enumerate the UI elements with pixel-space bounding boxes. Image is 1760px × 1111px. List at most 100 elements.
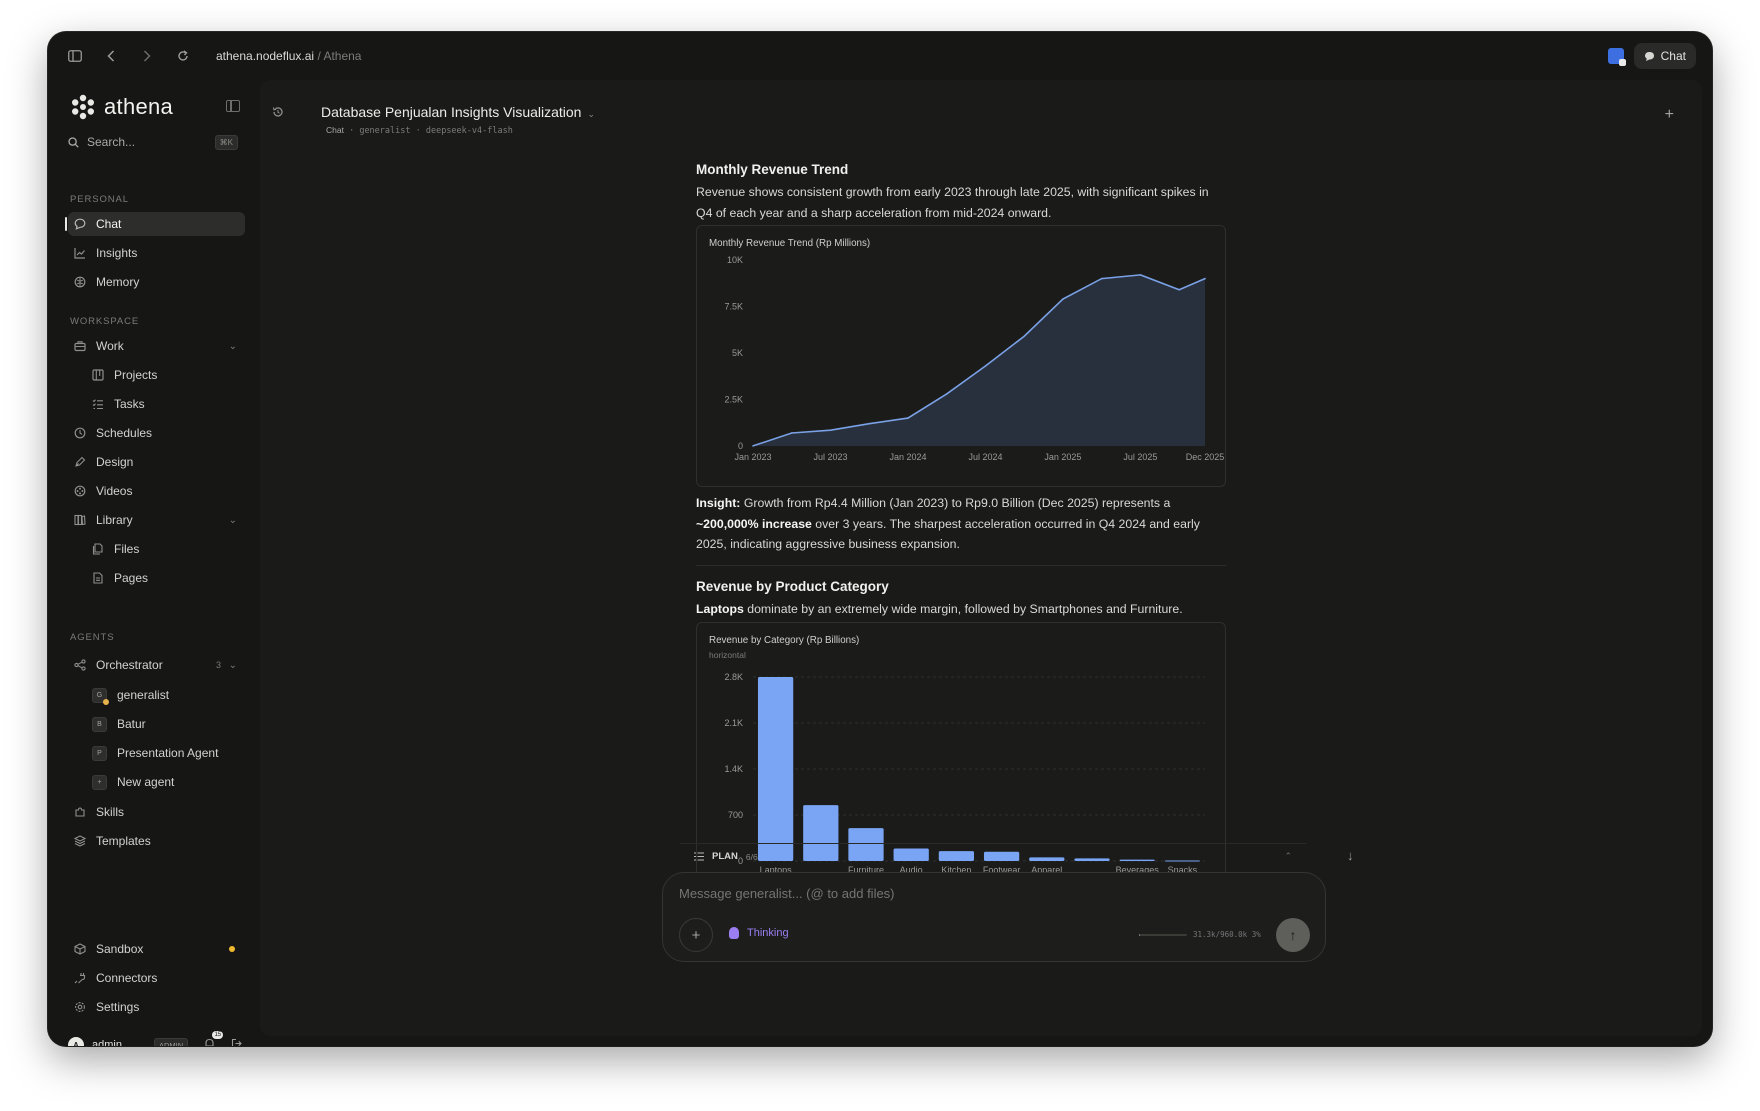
thinking-toggle[interactable]: Thinking bbox=[729, 927, 789, 939]
send-arrow-up-icon[interactable]: ↑ bbox=[1276, 918, 1310, 952]
usage-bar-fill bbox=[1139, 933, 1141, 936]
data-point bbox=[1100, 277, 1103, 280]
logout-icon[interactable] bbox=[231, 1038, 242, 1046]
sandbox-status-dot bbox=[229, 946, 235, 952]
sidebar-item-pages[interactable]: Pages bbox=[86, 566, 245, 590]
role-badge: ADMIN bbox=[153, 1037, 189, 1046]
data-point bbox=[945, 393, 948, 395]
scroll-down-arrow-icon[interactable]: ↓ bbox=[1347, 848, 1354, 863]
sidebar-item-label: Videos bbox=[96, 484, 133, 498]
data-point bbox=[1204, 277, 1206, 280]
notification-count: 15 bbox=[212, 1031, 224, 1039]
brand[interactable]: athena bbox=[70, 94, 173, 120]
new-chat-plus-icon[interactable]: + bbox=[1665, 106, 1674, 124]
books-icon bbox=[74, 514, 86, 526]
section-text: Revenue shows consistent growth from ear… bbox=[696, 185, 1209, 220]
agent-item-presentation-agent[interactable]: P Presentation Agent bbox=[86, 741, 245, 765]
sidebar-item-templates[interactable]: Templates bbox=[68, 829, 245, 853]
agent-label: Presentation Agent bbox=[117, 746, 219, 760]
agent-initial: B bbox=[97, 720, 102, 728]
lead-bold: Laptops bbox=[696, 601, 744, 616]
sidebar-item-orchestrator[interactable]: Orchestrator 3 ⌄ bbox=[68, 653, 245, 677]
browser-toolbar: athena.nodeflux.ai / Athena Chat bbox=[48, 32, 1712, 80]
plan-count: 6/6 bbox=[745, 851, 758, 862]
back-icon[interactable] bbox=[100, 45, 122, 67]
chevron-up-icon[interactable]: ⌃ bbox=[1284, 851, 1292, 862]
chevron-down-icon[interactable]: ⌄ bbox=[229, 341, 237, 352]
avatar: A bbox=[68, 1037, 84, 1046]
sidebar-item-tasks[interactable]: Tasks bbox=[86, 392, 245, 416]
section-workspace: WORKSPACE bbox=[70, 316, 140, 327]
forward-icon[interactable] bbox=[136, 45, 158, 67]
pen-tool-icon bbox=[74, 456, 86, 468]
section-heading: Monthly Revenue Trend bbox=[696, 162, 849, 177]
section-heading: Revenue by Product Category bbox=[696, 578, 889, 594]
list-icon bbox=[694, 852, 704, 861]
bar bbox=[757, 677, 794, 861]
message-input[interactable] bbox=[679, 886, 1279, 901]
sidebar-item-library[interactable]: Library ⌄ bbox=[68, 508, 245, 532]
agent-label: Batur bbox=[117, 717, 146, 731]
insight-label: Insight: bbox=[696, 496, 741, 510]
list-check-icon bbox=[92, 398, 104, 410]
chevron-down-icon[interactable]: ⌄ bbox=[229, 660, 237, 671]
sidebar-item-videos[interactable]: Videos bbox=[68, 479, 245, 503]
chevron-down-icon[interactable]: ⌄ bbox=[587, 109, 595, 119]
clock-icon bbox=[74, 427, 86, 439]
notifications-bell-icon[interactable]: 15 bbox=[204, 1031, 224, 1046]
sidebar-item-label: Library bbox=[96, 513, 133, 527]
sidebar-item-files[interactable]: Files bbox=[86, 537, 245, 561]
sidebar-item-work[interactable]: Work ⌄ bbox=[68, 334, 245, 358]
data-point bbox=[790, 432, 793, 434]
address-bar[interactable]: athena.nodeflux.ai / Athena bbox=[216, 49, 361, 63]
sidebar-item-design[interactable]: Design bbox=[68, 450, 245, 474]
plan-label: PLAN bbox=[712, 851, 738, 862]
sidebar-item-skills[interactable]: Skills bbox=[68, 800, 245, 824]
usage-bar bbox=[1139, 933, 1187, 936]
sidebar-item-label: Insights bbox=[96, 246, 138, 260]
meta-agent-model: · generalist · deepseek-v4-flash bbox=[343, 126, 513, 136]
collapse-sidebar-icon[interactable] bbox=[226, 100, 240, 112]
athena-logo-icon bbox=[72, 94, 94, 120]
area-fill bbox=[753, 274, 1205, 446]
insight-paragraph: Insight: Growth from Rp4.4 Million (Jan … bbox=[696, 493, 1226, 555]
thinking-label: Thinking bbox=[747, 927, 789, 939]
user-profile[interactable]: A admin ADMIN 15 bbox=[68, 1031, 245, 1046]
sidebar: athena Search... ⌘K PERSONAL Chat Insigh… bbox=[48, 80, 254, 1046]
meta-mode: Chat bbox=[326, 125, 344, 135]
chat-button[interactable]: Chat bbox=[1633, 43, 1696, 69]
chat-bubble-icon bbox=[1644, 51, 1654, 61]
section-text: Laptops dominate by an extremely wide ma… bbox=[696, 599, 1226, 620]
url-path: / Athena bbox=[317, 49, 362, 63]
sidebar-search[interactable]: Search... ⌘K bbox=[68, 130, 238, 154]
sidebar-item-connectors[interactable]: Connectors bbox=[68, 966, 245, 990]
gear-icon bbox=[74, 1001, 86, 1013]
plan-bar[interactable]: PLAN 6/6 ⌃ bbox=[680, 843, 1306, 869]
url-host: athena.nodeflux.ai bbox=[216, 49, 315, 63]
sidebar-item-sandbox[interactable]: Sandbox bbox=[68, 937, 245, 961]
sidebar-item-projects[interactable]: Projects bbox=[86, 363, 245, 387]
history-icon[interactable] bbox=[272, 106, 284, 121]
chat-button-label: Chat bbox=[1660, 49, 1686, 63]
agent-avatar: P bbox=[92, 745, 107, 761]
agent-item-batur[interactable]: B Batur bbox=[86, 712, 245, 736]
conversation-title[interactable]: Database Penjualan Insights Visualizatio… bbox=[321, 104, 595, 120]
extension-icon[interactable] bbox=[1607, 48, 1626, 66]
agent-initial: G bbox=[96, 691, 103, 699]
sidebar-item-label: Sandbox bbox=[96, 942, 144, 956]
agent-item-generalist[interactable]: G generalist bbox=[86, 683, 245, 707]
plus-icon: + bbox=[92, 774, 107, 790]
add-attachment-plus-icon[interactable]: + bbox=[679, 918, 713, 952]
sidebar-item-settings[interactable]: Settings bbox=[68, 995, 245, 1019]
sidebar-item-chat[interactable]: Chat bbox=[65, 212, 245, 236]
sidebar-item-insights[interactable]: Insights bbox=[68, 241, 245, 265]
data-point bbox=[1139, 274, 1142, 276]
sidebar-item-memory[interactable]: Memory bbox=[68, 270, 245, 294]
sidebar-toggle-icon[interactable] bbox=[64, 45, 86, 67]
chevron-down-icon[interactable]: ⌄ bbox=[229, 515, 237, 526]
brain-icon bbox=[74, 276, 86, 288]
reload-icon[interactable] bbox=[172, 45, 194, 67]
sidebar-item-schedules[interactable]: Schedules bbox=[68, 421, 245, 445]
assistant-message: Monthly Revenue Trend Revenue shows cons… bbox=[696, 150, 1226, 884]
new-agent-button[interactable]: + New agent bbox=[86, 770, 245, 794]
